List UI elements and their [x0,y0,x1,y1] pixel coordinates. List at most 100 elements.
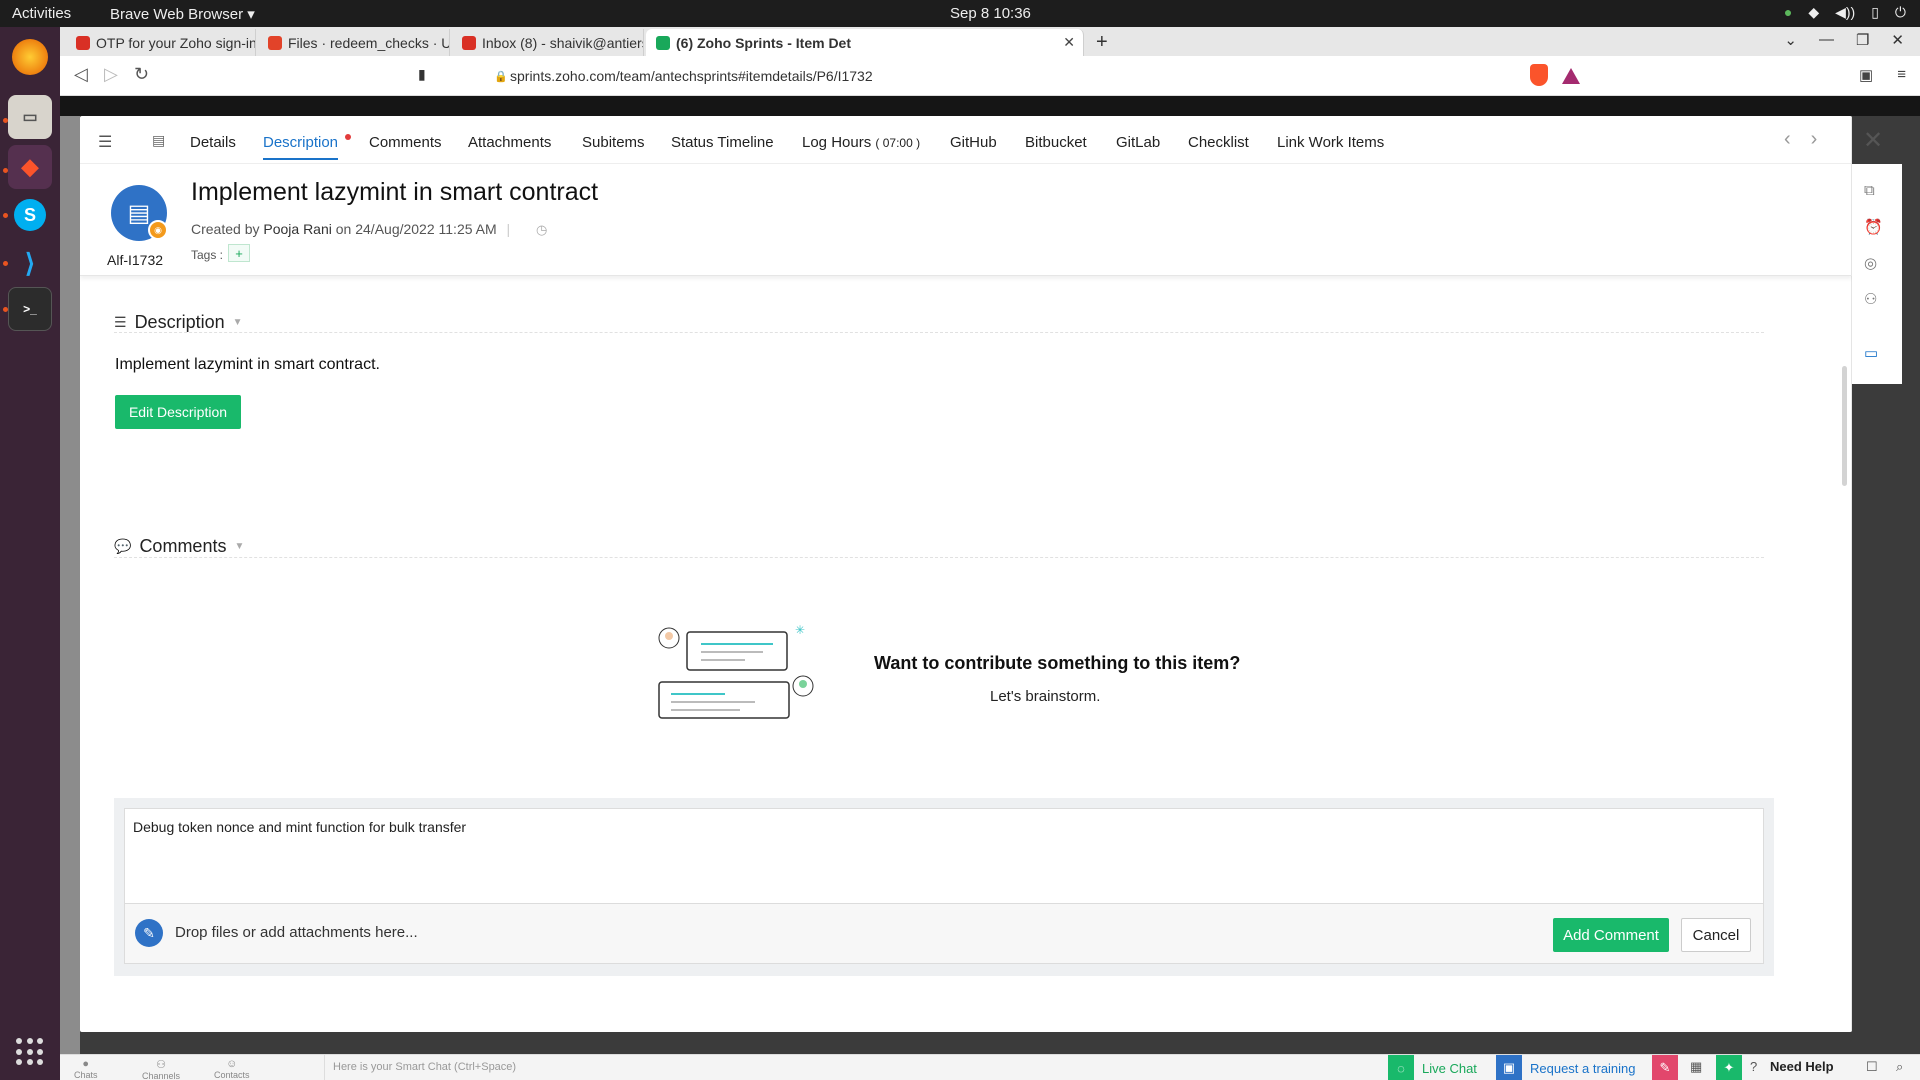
copy-icon[interactable]: ⧉ [1864,182,1875,199]
created-by-link[interactable]: Pooja Rani [263,221,332,237]
skype-icon[interactable]: S [14,199,46,231]
tab-link-work-items[interactable]: Link Work Items [1277,134,1384,151]
brave-icon[interactable]: ◆ [8,145,52,189]
created-info: Created by Pooja Rani on 24/Aug/2022 11:… [191,221,510,237]
created-date: on 24/Aug/2022 11:25 AM [335,221,497,237]
right-rail: ⧉ ⏰ ◎ ⚇ ▭ [1852,164,1902,384]
tab-bitbucket[interactable]: Bitbucket [1025,134,1087,151]
vscode-icon[interactable]: ⟩ [8,241,52,285]
back-icon[interactable]: ◁ [74,64,88,85]
maximize-icon[interactable]: ❐ [1856,31,1869,49]
reminder-icon[interactable]: ⏰ [1864,218,1883,236]
tab-log-hours[interactable]: Log Hours ( 07:00 ) [802,134,920,151]
tab-checklist[interactable]: Checklist [1188,134,1249,151]
firefox-icon[interactable] [12,39,48,75]
system-clock[interactable]: Sep 8 10:36 [950,5,1031,22]
power-icon[interactable]: ⏻ [1895,4,1906,21]
status-icon[interactable]: ● [1784,4,1792,21]
item-view-icon[interactable]: ▤ [152,132,165,149]
edit-description-button[interactable]: Edit Description [115,395,241,429]
browser-tab[interactable]: OTP for your Zoho sign-in - sh [66,29,256,56]
contacts-button[interactable]: ☺ Contacts [214,1058,250,1080]
files-icon[interactable]: ▭ [8,95,52,139]
activity-icon[interactable]: ◎ [1864,254,1877,272]
browser-tab-active[interactable]: (6) Zoho Sprints - Item Det ✕ [646,29,1084,56]
address-bar[interactable]: 🔒 sprints.zoho.com/team/antechsprints#it… [450,62,1530,90]
empty-comments-title: Want to contribute something to this ite… [874,653,1241,673]
terminal-icon[interactable]: >_ [8,287,52,331]
tags-label: Tags : [191,248,224,262]
search-icon[interactable]: ⌕ [1896,1059,1903,1075]
tab-subitems[interactable]: Subitems [582,134,645,151]
created-prefix: Created by [191,221,260,237]
chat-icon[interactable]: ▭ [1864,344,1878,362]
tab-details[interactable]: Details [190,134,236,151]
tab-status-timeline[interactable]: Status Timeline [671,134,774,151]
activities-button[interactable]: Activities [12,5,71,22]
item-id: Alf-I1732 [107,252,164,268]
cancel-button[interactable]: Cancel [1681,918,1751,952]
battery-icon[interactable]: ▯ [1871,4,1879,21]
map-icon[interactable]: ▦ [1690,1059,1702,1075]
need-help-label[interactable]: Need Help [1770,1059,1834,1074]
tips-icon[interactable]: ✦ [1716,1055,1742,1080]
forward-icon[interactable]: ▷ [104,64,118,85]
tab-gitlab[interactable]: GitLab [1116,134,1160,151]
new-tab-button[interactable]: + [1096,31,1108,54]
collapse-caret-icon[interactable]: ▼ [234,541,244,552]
feedback-icon[interactable]: ✎ [1652,1055,1678,1080]
chats-button[interactable]: ● Chats [74,1058,98,1080]
comment-input[interactable]: Debug token nonce and mint function for … [124,808,1764,904]
tab-attachments[interactable]: Attachments [468,134,551,151]
clock-icon[interactable]: ◷ [536,222,547,238]
menu-icon[interactable]: ☰ [98,132,112,152]
tab-title: Inbox (8) - shaivik@antiersolu [482,34,643,51]
wifi-icon[interactable]: ◆ [1808,4,1819,21]
browser-tab[interactable]: Files · redeem_checks · UPEND [258,29,450,56]
app-menu[interactable]: Brave Web Browser ▾ [110,5,255,23]
close-tab-icon[interactable]: ✕ [1063,34,1075,51]
close-modal-icon[interactable]: ✕ [1863,126,1883,155]
request-training-button[interactable]: ▣ Request a training [1496,1055,1636,1080]
brainstorm-illustration: ✳ [658,623,814,719]
previous-item-icon[interactable]: ‹ [1784,128,1791,151]
smart-chat-input[interactable]: Here is your Smart Chat (Ctrl+Space) [324,1055,1400,1080]
wallet-icon[interactable]: ▣ [1859,66,1873,84]
collapse-caret-icon[interactable]: ▼ [233,317,243,328]
minimize-icon[interactable]: — [1819,31,1834,49]
tab-github[interactable]: GitHub [950,134,997,151]
bookmark-icon[interactable]: ▮ [418,66,426,83]
request-training-label: Request a training [1530,1060,1636,1076]
tab-description[interactable]: Description [263,134,339,160]
attachment-dropzone[interactable]: Drop files or add attachments here... [175,924,418,941]
tab-comments[interactable]: Comments [369,134,442,151]
add-tag-button[interactable]: + [228,244,250,262]
help-icon[interactable]: ? [1750,1059,1757,1074]
comments-heading: Comments [139,536,227,556]
window-close-icon[interactable]: ✕ [1891,31,1904,49]
content-scrollbar[interactable] [1842,366,1847,486]
browser-menu-icon[interactable]: ≡ [1897,66,1906,84]
lock-icon[interactable]: 🔒 [494,70,508,83]
show-apps-icon[interactable] [16,1038,44,1066]
volume-icon[interactable]: ◀)) [1835,4,1855,21]
next-item-icon[interactable]: › [1811,128,1818,151]
paperclip-icon[interactable]: ✎ [135,919,163,947]
tab-list-icon[interactable]: ⌄ [1784,31,1797,49]
followers-icon[interactable]: ⚇ [1864,290,1877,308]
brave-shields-icon[interactable] [1530,64,1548,86]
live-chat-button[interactable]: ◌ Live Chat [1388,1055,1477,1080]
system-tray[interactable]: ● ◆ ◀)) ▯ ⏻ [1784,4,1906,21]
reload-icon[interactable]: ↻ [134,64,149,85]
add-comment-button[interactable]: Add Comment [1553,918,1669,952]
dock-running-dot [3,213,8,218]
item-title[interactable]: Implement lazymint in smart contract [191,178,598,207]
window-controls: ⌄ — ❐ ✕ [1784,31,1904,49]
training-icon: ▣ [1496,1055,1522,1080]
channels-label: Channels [142,1071,181,1080]
notifications-icon[interactable]: ☐ [1866,1059,1878,1075]
channels-button[interactable]: ⚇ Channels [142,1058,180,1080]
brave-rewards-icon[interactable] [1562,68,1580,84]
owner-badge-icon: ◉ [148,220,168,240]
browser-tab[interactable]: Inbox (8) - shaivik@antiersolu [452,29,644,56]
